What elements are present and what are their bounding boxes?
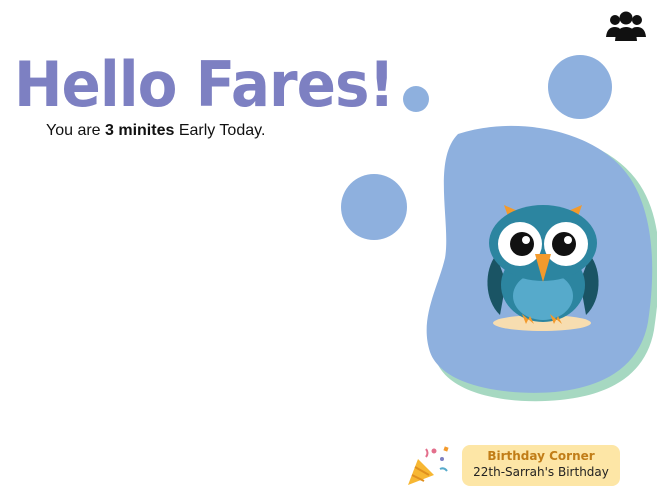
birthday-corner-text: 22th-Sarrah's Birthday (473, 465, 609, 479)
birthday-corner-card[interactable]: Birthday Corner 22th-Sarrah's Birthday (462, 445, 620, 486)
blob-shadow (432, 130, 657, 402)
people-group-icon[interactable] (605, 10, 647, 42)
party-popper-icon (408, 446, 449, 485)
arrival-status: You are 3 minites Early Today. (46, 122, 265, 140)
birthday-corner-title: Birthday Corner (487, 449, 595, 463)
status-suffix: Early Today. (174, 122, 266, 139)
owl-icon (487, 205, 599, 331)
greeting-title: Hello Fares! (14, 47, 395, 122)
bubble-medium (341, 174, 407, 240)
bubble-large (548, 55, 612, 119)
status-prefix: You are (46, 122, 106, 139)
blob (426, 125, 653, 393)
status-highlight: 3 minites (105, 122, 175, 139)
bubble-small (403, 86, 429, 112)
